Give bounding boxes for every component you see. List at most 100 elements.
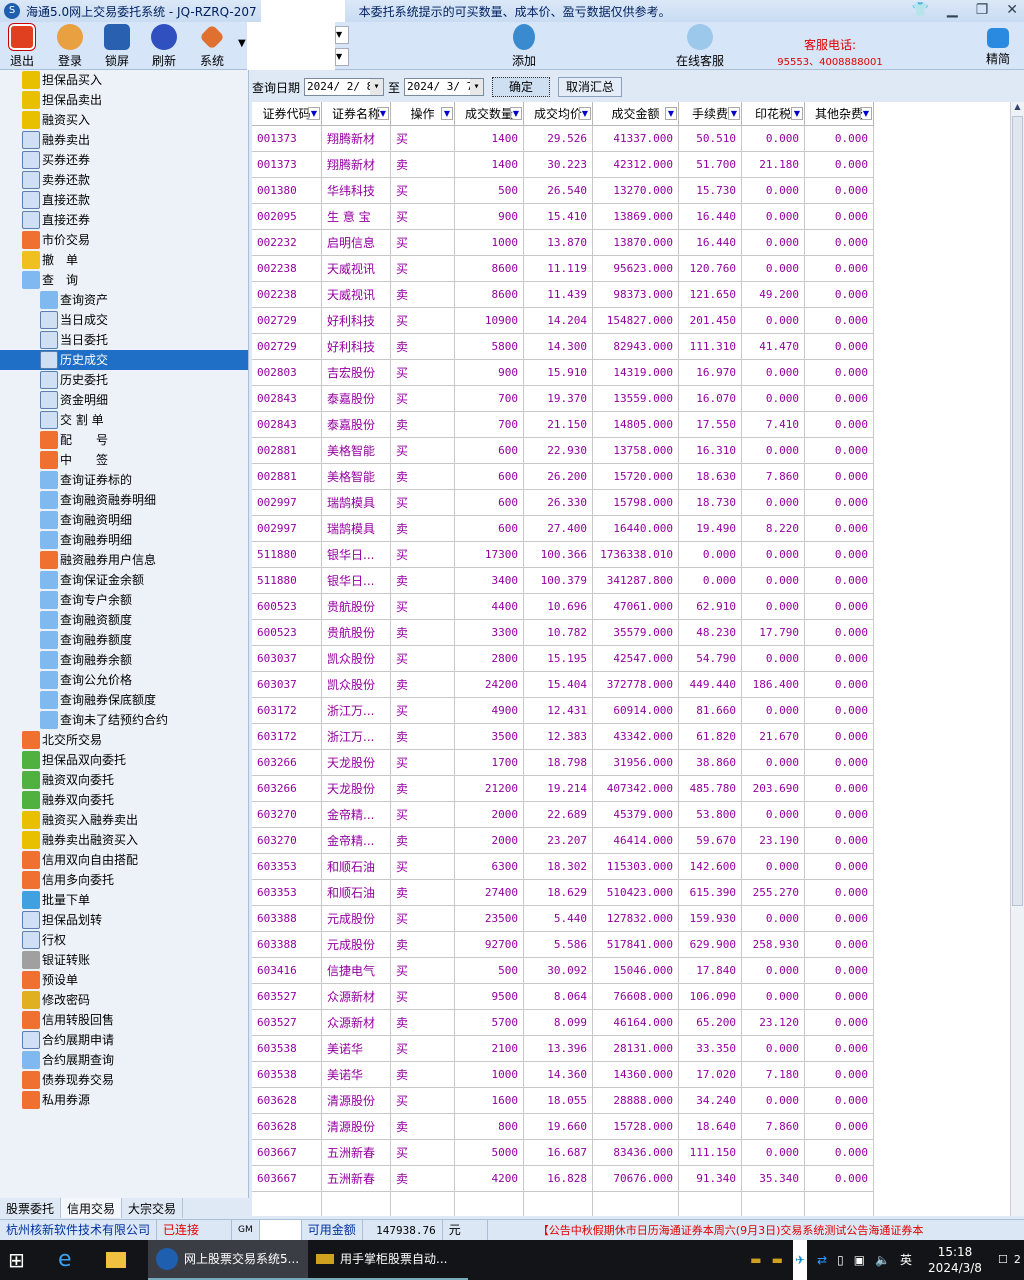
end-date-picker[interactable]: 2024/ 3/ 7 (404, 78, 485, 96)
sort-dropdown-icon[interactable]: ▼ (860, 107, 872, 120)
ie-button[interactable]: e (50, 1240, 98, 1280)
tab-credit[interactable]: 信用交易 (61, 1198, 123, 1218)
sidebar-item[interactable]: 信用双向自由搭配 (0, 850, 138, 870)
restore-button[interactable]: ❐ (976, 2, 989, 18)
sidebar-item[interactable]: 直接还券 (0, 210, 90, 230)
sort-dropdown-icon[interactable]: ▼ (665, 107, 677, 120)
network-icon[interactable]: ▣ (854, 1240, 865, 1280)
column-header-name[interactable]: 证券名称 ▼ (322, 102, 391, 126)
taskbar-app-helper[interactable]: 用手掌柜股票自动... (308, 1240, 468, 1280)
usb-icon[interactable]: ▯ (837, 1240, 844, 1280)
sidebar-item[interactable]: 当日成交 (0, 310, 108, 330)
sidebar-item[interactable]: 批量下单 (0, 890, 90, 910)
column-header-avg-price[interactable]: 成交均价 ▼ (524, 102, 593, 126)
clock[interactable]: 15:18 2024/3/8 (920, 1244, 990, 1276)
exit-button[interactable]: 退出 (0, 24, 44, 69)
sidebar-item[interactable]: 债券现券交易 (0, 1070, 114, 1090)
tray-app-icon[interactable]: ✈ (792, 1240, 808, 1280)
sidebar-item[interactable]: 历史委托 (0, 370, 108, 390)
sidebar-item[interactable]: 融券卖出 (0, 130, 90, 150)
sort-dropdown-icon[interactable]: ▼ (579, 107, 591, 120)
sidebar-item[interactable]: 合约展期查询 (0, 1050, 114, 1070)
sort-dropdown-icon[interactable]: ▼ (377, 107, 389, 120)
sidebar-item[interactable]: 资金明细 (0, 390, 108, 410)
column-header-quantity[interactable]: 成交数量 ▼ (455, 102, 524, 126)
sidebar-item[interactable]: 私用券源 (0, 1090, 90, 1110)
sidebar-item[interactable]: 融资买入 (0, 110, 90, 130)
sidebar-item[interactable]: 交 割 单 (0, 410, 104, 430)
sidebar-item[interactable]: 预设单 (0, 970, 78, 990)
sidebar-item[interactable]: 北交所交易 (0, 730, 102, 750)
sidebar-item[interactable]: 查询专户余额 (0, 590, 132, 610)
simple-mode-button[interactable]: 精简 (976, 24, 1020, 67)
start-date-picker[interactable]: 2024/ 2/ 8 (304, 78, 385, 96)
sidebar-item[interactable]: 融券双向委托 (0, 790, 114, 810)
close-button[interactable]: ✕ (1006, 2, 1018, 18)
column-header-amount[interactable]: 成交金额 ▼ (593, 102, 679, 126)
lock-button[interactable]: 锁屏 (95, 24, 139, 69)
scroll-thumb[interactable] (1012, 116, 1023, 906)
sidebar-item[interactable]: 信用多向委托 (0, 870, 114, 890)
sidebar-item[interactable]: 中 签 (0, 450, 108, 470)
column-header-side[interactable]: 操作 ▼ (391, 102, 455, 126)
start-button[interactable]: ⊞ (0, 1240, 50, 1280)
vertical-scrollbar[interactable]: ▲ (1010, 102, 1024, 1216)
sidebar-item[interactable]: 融资买入融券卖出 (0, 810, 138, 830)
sidebar-item[interactable]: 融资融券用户信息 (0, 550, 156, 570)
minimize-button[interactable]: ▁ (947, 2, 958, 18)
sidebar-item[interactable]: 当日委托 (0, 330, 108, 350)
sidebar-item[interactable]: 行权 (0, 930, 66, 950)
sidebar-item[interactable]: 买券还券 (0, 150, 90, 170)
sidebar-item[interactable]: 查询保证金余额 (0, 570, 144, 590)
scroll-up-icon[interactable]: ▲ (1011, 102, 1024, 116)
sidebar-item[interactable]: 查询资产 (0, 290, 108, 310)
confirm-button[interactable]: 确定 (492, 77, 551, 97)
column-header-fee[interactable]: 手续费 ▼ (679, 102, 742, 126)
sidebar-item[interactable]: 合约展期申请 (0, 1030, 114, 1050)
sidebar-item[interactable]: 银证转账 (0, 950, 90, 970)
sidebar-item[interactable]: 信用转股回售 (0, 1010, 114, 1030)
column-header-code[interactable]: 证券代码 ▼ (252, 102, 322, 126)
sidebar-item[interactable]: 融资双向委托 (0, 770, 114, 790)
sidebar-item[interactable]: 查询融资额度 (0, 610, 132, 630)
sidebar-item[interactable]: 查询融资融券明细 (0, 490, 156, 510)
sidebar-item[interactable]: 查询融资明细 (0, 510, 132, 530)
sidebar-item[interactable]: 卖券还款 (0, 170, 90, 190)
column-header-stamp-tax[interactable]: 印花税 ▼ (742, 102, 805, 126)
sidebar-item[interactable]: 担保品买入 (0, 70, 102, 90)
announcement-ticker[interactable]: 【公告中秋假期休市日历海通证券本周六(9月3日)交易系统测试公告海通证券本 (488, 1220, 930, 1241)
sidebar-item[interactable]: 担保品划转 (0, 910, 102, 930)
taskbar-app-trading[interactable]: 网上股票交易系统5... (148, 1240, 308, 1280)
skin-icon[interactable]: 👕 (911, 2, 928, 18)
sidebar-item[interactable]: 撤 单 (0, 250, 78, 270)
tab-stock[interactable]: 股票委托 (0, 1198, 62, 1218)
explorer-button[interactable] (98, 1240, 148, 1280)
sort-dropdown-icon[interactable]: ▼ (510, 107, 522, 120)
column-header-other-fees[interactable]: 其他杂费 ▼ (805, 102, 874, 126)
sidebar-item[interactable]: 修改密码 (0, 990, 90, 1010)
sidebar-item[interactable]: 担保品卖出 (0, 90, 102, 110)
sidebar-item[interactable]: 市价交易 (0, 230, 90, 250)
sidebar-item[interactable]: 查询融券明细 (0, 530, 132, 550)
sidebar-item[interactable]: 查询证券标的 (0, 470, 132, 490)
system-button[interactable]: 系统 (190, 24, 234, 69)
refresh-button[interactable]: 刷新 (142, 24, 186, 69)
teamviewer-icon[interactable]: ⇄ (817, 1240, 827, 1280)
sidebar-item[interactable]: 查询公允价格 (0, 670, 132, 690)
sort-dropdown-icon[interactable]: ▼ (791, 107, 803, 120)
ime-indicator[interactable]: 英 (900, 1240, 912, 1280)
sort-dropdown-icon[interactable]: ▼ (728, 107, 740, 120)
sidebar-item[interactable]: 查询融券余额 (0, 650, 132, 670)
add-button[interactable]: 添加 (500, 24, 548, 69)
sidebar-item[interactable]: 查 询 (0, 270, 78, 290)
sidebar-item[interactable]: 查询未了结预约合约 (0, 710, 168, 730)
tray-gold-icon-2[interactable]: ▬ (772, 1240, 783, 1280)
market-select[interactable]: ▼ (335, 48, 349, 66)
sort-dropdown-icon[interactable]: ▼ (441, 107, 453, 120)
more-dropdown-icon[interactable]: ▼ (238, 38, 246, 49)
sidebar-item[interactable]: 配 号 (0, 430, 108, 450)
cancel-summary-button[interactable]: 取消汇总 (558, 77, 623, 97)
tab-block[interactable]: 大宗交易 (122, 1198, 184, 1218)
tray-gold-icon[interactable]: ▬ (750, 1240, 761, 1280)
volume-muted-icon[interactable]: 🔈 (875, 1240, 890, 1280)
